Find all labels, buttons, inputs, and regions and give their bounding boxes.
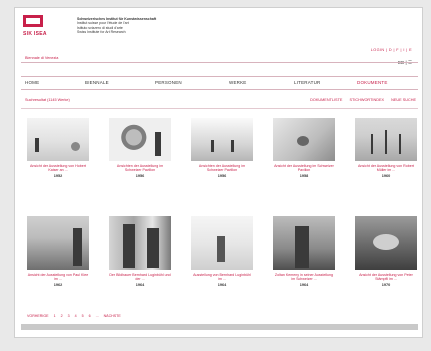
card-caption[interactable]: Ansicht der Ausstellung von Peter Stämpf… xyxy=(355,273,417,282)
card-year: 1964 xyxy=(217,282,227,287)
result-card[interactable]: Zoltan Kemeny in seiner Ausstellung im S… xyxy=(273,216,335,287)
thumbnail[interactable] xyxy=(109,118,171,161)
card-caption[interactable]: Zoltan Kemeny in seiner Ausstellung im S… xyxy=(273,273,335,282)
divider xyxy=(21,62,418,63)
thumbnail[interactable] xyxy=(191,216,253,270)
card-caption[interactable]: Ansicht der Ausstellung von Hobert Kaise… xyxy=(27,164,89,173)
card-year: 1958 xyxy=(299,173,309,178)
logo-mark xyxy=(23,15,43,27)
result-card[interactable]: Ausstellung von Bernhard Luginbühl im ..… xyxy=(191,216,253,287)
pager-page[interactable]: 5 xyxy=(82,314,84,318)
pager-ellipsis: ... xyxy=(95,314,99,318)
pager-page[interactable]: 6 xyxy=(89,314,91,318)
card-caption[interactable]: Ansicht der Ausstellung von Paul Klee im… xyxy=(27,273,89,282)
nav-biennale[interactable]: BIENNALE xyxy=(85,80,109,85)
view-options[interactable]: ED | ☰ xyxy=(398,60,412,66)
result-card[interactable]: Ansicht der Ausstellung von Peter Stämpf… xyxy=(355,216,417,287)
card-caption[interactable]: Ansichten der Ausstellung im Schweizer P… xyxy=(191,164,253,173)
result-card[interactable]: Ansicht der Ausstellung von Paul Klee im… xyxy=(27,216,89,287)
result-card[interactable]: Ansicht der Ausstellung von Hobert Kaise… xyxy=(27,118,89,178)
result-count: Suchresultat (1145 Werke) xyxy=(25,98,70,102)
footer-bar xyxy=(21,324,418,330)
nav-personen[interactable]: PERSONEN xyxy=(155,80,182,85)
card-caption[interactable]: Ausstellung von Bernhard Luginbühl im ..… xyxy=(191,273,253,282)
pager-page[interactable]: 3 xyxy=(68,314,70,318)
thumbnail[interactable] xyxy=(109,216,171,270)
thumbnail[interactable] xyxy=(355,216,417,270)
card-year: 1960 xyxy=(381,173,391,178)
keyword-index-link[interactable]: STICHWORTINDEX xyxy=(350,98,385,102)
card-year: 1962 xyxy=(53,282,63,287)
result-actions: DOKUMENTLISTE STICHWORTINDEX NEUE SUCHE xyxy=(304,98,416,102)
thumbnail[interactable] xyxy=(273,216,335,270)
nav-werke[interactable]: WERKE xyxy=(229,80,247,85)
document-list-link[interactable]: DOKUMENTLISTE xyxy=(310,98,342,102)
site-logo[interactable]: SIK ISEA xyxy=(23,14,73,42)
result-card[interactable]: Ansichten der Ausstellung im Schweizer P… xyxy=(109,118,171,178)
card-year: 1956 xyxy=(217,173,227,178)
pagination: VORHERIGE 1 2 3 4 5 6 ... NÄCHSTE xyxy=(27,314,125,318)
pager-page[interactable]: 2 xyxy=(61,314,63,318)
result-card[interactable]: Ansicht der Ausstellung von Robert Mülle… xyxy=(355,118,417,178)
card-year: 1952 xyxy=(53,173,63,178)
login-links[interactable]: LOGIN | D | F | I | E xyxy=(371,48,412,52)
nav-dokumente[interactable]: DOKUMENTE xyxy=(357,80,388,85)
card-caption[interactable]: Ansicht der Ausstellung im Schweizer Pav… xyxy=(273,164,335,173)
new-search-link[interactable]: NEUE SUCHE xyxy=(391,98,416,102)
card-year: 1970 xyxy=(381,282,391,287)
institute-name: Schweizerisches Institut für Kunstwissen… xyxy=(77,17,156,35)
pager-page[interactable]: 1 xyxy=(54,314,56,318)
thumbnail[interactable] xyxy=(27,118,89,161)
card-year: 1964 xyxy=(299,282,309,287)
pager-next[interactable]: NÄCHSTE xyxy=(104,314,121,318)
logo-text: SIK ISEA xyxy=(23,31,47,37)
page: SIK ISEA Schweizerisches Institut für Ku… xyxy=(14,7,423,338)
site-header: SIK ISEA Schweizerisches Institut für Ku… xyxy=(23,14,416,44)
pager-page[interactable]: 4 xyxy=(75,314,77,318)
institute-line-en: Swiss Institute for Art Research xyxy=(77,30,126,35)
result-card[interactable]: Ansichten der Ausstellung im Schweizer P… xyxy=(191,118,253,178)
nav-literatur[interactable]: LITERATUR xyxy=(294,80,320,85)
thumbnail[interactable] xyxy=(191,118,253,161)
card-caption[interactable]: Ansicht der Ausstellung von Robert Mülle… xyxy=(355,164,417,173)
card-caption[interactable]: Ansichten der Ausstellung im Schweizer P… xyxy=(109,164,171,173)
main-nav: HOME BIENNALE PERSONEN WERKE LITERATUR D… xyxy=(21,76,418,90)
card-year: 1964 xyxy=(135,282,145,287)
result-card[interactable]: Ansicht der Ausstellung im Schweizer Pav… xyxy=(273,118,335,178)
top-bar: Biennale di Venezia LOGIN | D | F | I | … xyxy=(15,48,422,65)
pager-previous[interactable]: VORHERIGE xyxy=(27,314,49,318)
card-caption[interactable]: Der Bildhauer Bernhard Luginbühl und der… xyxy=(109,273,171,282)
thumbnail[interactable] xyxy=(355,118,417,161)
thumbnail[interactable] xyxy=(27,216,89,270)
results-bar: Suchresultat (1145 Werke) DOKUMENTLISTE … xyxy=(21,98,418,109)
thumbnail[interactable] xyxy=(273,118,335,161)
card-year: 1956 xyxy=(135,173,145,178)
result-card[interactable]: Der Bildhauer Bernhard Luginbühl und der… xyxy=(109,216,171,287)
breadcrumb[interactable]: Biennale di Venezia xyxy=(25,56,58,60)
nav-home[interactable]: HOME xyxy=(25,80,39,85)
